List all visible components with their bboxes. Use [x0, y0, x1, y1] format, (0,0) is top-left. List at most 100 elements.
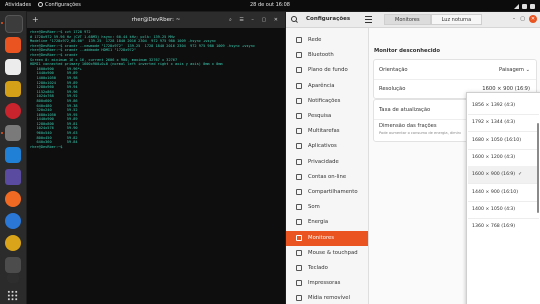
sidebar-item-rede[interactable]: Rede: [286, 33, 368, 48]
orientation-value-text: Paisagem: [499, 67, 524, 73]
resolution-dropdown: 1856 × 1392 (4∶3) 1792 × 1344 (4∶3) 1680 ×…: [466, 92, 540, 304]
terminal-title: rher@DevRber: ~: [131, 17, 181, 23]
close-icon[interactable]: ✕: [529, 15, 537, 23]
resolution-option-label: 1680 × 1050 (16∶10): [472, 137, 522, 143]
vscode-app-icon[interactable]: [5, 147, 21, 163]
menu-icon[interactable]: [365, 16, 372, 23]
terminal-window[interactable]: + rher@DevRber: ~ ⌕ ☰ – ▢ ✕ rher@DevRber…: [27, 12, 285, 304]
sidebar-item-contas-on-line[interactable]: Contas on-line: [286, 170, 368, 185]
background-icon: [296, 67, 302, 74]
orientation-value[interactable]: Paisagem ⌄: [499, 67, 530, 73]
sidebar-item-label: Teclado: [308, 265, 328, 271]
resolution-option[interactable]: 1856 × 1392 (4∶3): [468, 97, 539, 114]
drive-icon[interactable]: [7, 273, 19, 283]
sidebar-item-plano-de-fundo[interactable]: Plano de fundo: [286, 63, 368, 78]
sidebar-item-label: Contas on-line: [308, 173, 347, 180]
resolution-option-label: 1400 × 1050 (4∶3): [472, 206, 516, 212]
bluetooth-icon: [296, 52, 302, 59]
search-icon: [296, 113, 302, 119]
sidebar-item-mouse-touchpad[interactable]: Mouse & touchpad: [286, 246, 368, 261]
sidebar-item-apar-ncia[interactable]: Aparência: [286, 79, 368, 94]
sidebar-item-pesquisa[interactable]: Pesquisa: [286, 109, 368, 124]
thunderbird-app-icon[interactable]: [5, 213, 21, 229]
settings-title: Configurações: [306, 16, 351, 22]
sidebar-item-label: Aparência: [308, 82, 335, 89]
share-icon: [296, 189, 302, 195]
clock[interactable]: 28 de out 16:08: [0, 0, 540, 11]
resolution-option[interactable]: 1680 × 1050 (16∶10): [468, 132, 539, 149]
sidebar-item-multitarefas[interactable]: Multitarefas: [286, 124, 368, 139]
mouse-icon: [296, 249, 302, 256]
terminal-line: rher@DevRber:~$: [30, 144, 65, 149]
dock: [0, 11, 26, 304]
resolution-option[interactable]: 1792 × 1344 (4∶3): [468, 114, 539, 131]
sidebar-item-energia[interactable]: Energia: [286, 215, 368, 230]
sidebar-item-label: Mouse & touchpad: [308, 249, 358, 256]
terminal-app-icon[interactable]: [5, 15, 23, 33]
maximize-icon[interactable]: ▢: [520, 16, 525, 22]
speaker-icon: [296, 204, 302, 211]
software-app-icon[interactable]: [5, 37, 21, 53]
rhythmbox-app-icon[interactable]: [5, 235, 21, 251]
sidebar-item-label: Aplicativos: [308, 143, 337, 150]
sidebar-item-notifica-es[interactable]: Notificações: [286, 94, 368, 109]
notes-app-icon[interactable]: [5, 169, 21, 185]
multitask-icon: [296, 128, 302, 135]
sidebar-item-label: Monitores: [308, 234, 335, 241]
resolution-option[interactable]: 1600 × 900 (16∶9) ✓: [468, 166, 539, 184]
minimize-icon[interactable]: –: [513, 16, 516, 22]
sidebar-item-impressoras[interactable]: Impressoras: [286, 276, 368, 291]
settings-header: Configurações Monitores Luz noturna – ▢ ✕: [286, 12, 540, 28]
resolution-label: Resolução: [379, 86, 406, 92]
resolution-option[interactable]: 1400 × 1050 (4∶3): [468, 201, 539, 218]
window-controls[interactable]: ⌕ ☰ – ▢ ✕: [229, 12, 281, 28]
sidebar-item-bluetooth[interactable]: Bluetooth: [286, 48, 368, 63]
fractional-scale-label: Dimensão das frações: [379, 123, 437, 129]
sidebar-item-aplicativos[interactable]: Aplicativos: [286, 139, 368, 154]
sidebar-item-som[interactable]: Som: [286, 200, 368, 215]
sidebar-item-m-dia-remov-vel[interactable]: Mídia removível: [286, 291, 368, 304]
orientation-row[interactable]: Orientação Paisagem ⌄: [374, 61, 536, 79]
settings-app-icon[interactable]: [5, 125, 21, 141]
text-editor-app-icon[interactable]: [5, 59, 21, 75]
refresh-rate-label: Taxa de atualização: [379, 107, 431, 113]
git-app-icon[interactable]: [5, 103, 21, 119]
network-icon: [296, 37, 302, 43]
show-apps-icon[interactable]: [7, 290, 18, 301]
new-tab-icon[interactable]: +: [32, 12, 39, 28]
tab-luz-noturna[interactable]: Luz noturna: [430, 14, 483, 25]
resolution-option[interactable]: 1440 × 900 (16∶10): [468, 184, 539, 201]
search-icon[interactable]: [290, 15, 298, 23]
dropdown-scrollbar[interactable]: [537, 123, 539, 213]
resolution-option-label: 1600 × 1200 (4∶3): [472, 154, 516, 160]
sidebar-item-label: Privacidade: [308, 158, 339, 165]
window-controls: – ▢ ✕: [508, 15, 537, 23]
power-icon: [530, 4, 535, 9]
sidebar-item-label: Pesquisa: [308, 113, 332, 119]
sidebar-item-teclado[interactable]: Teclado: [286, 261, 368, 276]
settings-sidebar: Rede Bluetooth Plano de fundo Aparência Noti…: [286, 28, 369, 304]
files-app-icon[interactable]: [5, 81, 21, 97]
tab-monitores[interactable]: Monitores: [384, 14, 431, 25]
resolution-option-label: 1440 × 900 (16∶10): [472, 189, 519, 195]
firefox-app-icon[interactable]: [5, 191, 21, 207]
sidebar-item-monitores[interactable]: Monitores: [286, 230, 368, 246]
running-indicator: [1, 132, 3, 134]
sidebar-item-compartilhamento[interactable]: Compartilhamento: [286, 185, 368, 200]
network-icon: [514, 4, 519, 9]
display-tabs: Monitores Luz noturna: [384, 14, 483, 25]
sidebar-item-label: Bluetooth: [308, 52, 334, 59]
sidebar-item-label: Notificações: [308, 97, 341, 104]
sidebar-item-privacidade[interactable]: Privacidade: [286, 155, 368, 170]
resolution-option-label: 1600 × 900 (16∶9): [472, 172, 516, 178]
settings-window: Configurações Monitores Luz noturna – ▢ ✕ …: [286, 12, 540, 304]
monitor-name: Monitor desconhecido: [374, 48, 440, 54]
resolution-option[interactable]: 1360 × 768 (16∶9): [468, 218, 539, 235]
system-tray[interactable]: [511, 3, 535, 9]
sidebar-item-label: Energia: [308, 219, 329, 226]
terminal-header: + rher@DevRber: ~ ⌕ ☰ – ▢ ✕: [27, 12, 285, 28]
resolution-option-label: 1360 × 768 (16∶9): [472, 224, 516, 230]
terminal-output[interactable]: rher@DevRber:~$ cvt 1728 972 # 1728x972 5…: [27, 28, 285, 151]
resolution-option[interactable]: 1600 × 1200 (4∶3): [468, 149, 539, 166]
trash-app-icon[interactable]: [5, 257, 21, 273]
